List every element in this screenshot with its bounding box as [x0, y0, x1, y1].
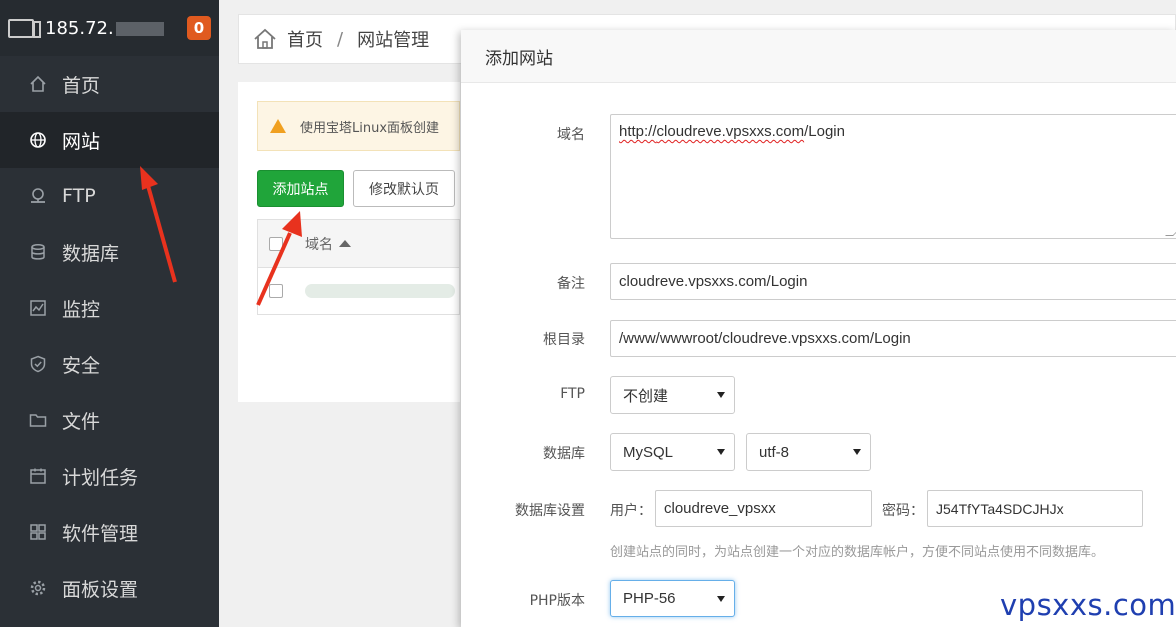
db-user-input[interactable]: cloudreve_vpsxx [655, 490, 872, 527]
sort-asc-icon[interactable] [339, 240, 351, 247]
database-icon [28, 242, 48, 262]
database-type-select[interactable]: MySQL [610, 433, 735, 471]
column-domain[interactable]: 域名 [305, 234, 333, 254]
php-version-label: PHP版本 [529, 593, 585, 609]
watermark: vpsxxs.com [1000, 588, 1176, 622]
domain-label: 域名 [557, 127, 585, 143]
calendar-icon [28, 466, 48, 486]
gear-icon [28, 578, 48, 598]
sidebar-item-settings[interactable]: 面板设置 [0, 560, 219, 616]
server-ip: 185.72. [45, 18, 164, 39]
breadcrumb-current: 网站管理 [357, 30, 430, 51]
db-password-label: 密码： [882, 503, 924, 519]
redacted-domain [305, 284, 455, 298]
sidebar-item-software[interactable]: 软件管理 [0, 504, 219, 560]
folder-icon [28, 410, 48, 430]
warning-icon [270, 119, 286, 133]
domain-value: http://cloudreve.vpsxxs.com/Login [619, 123, 845, 140]
chevron-down-icon [853, 449, 861, 455]
shield-icon [28, 354, 48, 374]
sidebar-item-monitor[interactable]: 监控 [0, 280, 219, 336]
table-header: 域名 [258, 220, 459, 268]
redacted-ip [115, 21, 164, 36]
home-icon [28, 74, 48, 94]
sidebar-item-files[interactable]: 文件 [0, 392, 219, 448]
select-all-checkbox[interactable] [269, 236, 283, 251]
server-icon [8, 17, 41, 39]
sidebar-item-cron[interactable]: 计划任务 [0, 448, 219, 504]
sidebar-item-database[interactable]: 数据库 [0, 224, 219, 280]
site-table: 域名 [257, 219, 460, 315]
resize-handle[interactable] [1165, 228, 1176, 236]
sidebar-item-website[interactable]: 网站 [0, 112, 219, 168]
db-password-input[interactable]: J54TfYTa4SDCJHJx [927, 490, 1143, 527]
chevron-down-icon [717, 449, 725, 455]
ftp-label: FTP [560, 386, 585, 402]
sidebar-item-security[interactable]: 安全 [0, 336, 219, 392]
database-charset-select[interactable]: utf-8 [746, 433, 871, 471]
table-row [258, 268, 459, 314]
remark-label: 备注 [557, 276, 585, 292]
ftp-icon [28, 186, 48, 206]
globe-icon [28, 130, 48, 150]
sidebar-menu: 首页 网站 FTP 数据库 监控 安全 文件 计划任务 软件管理 面板设置 [0, 56, 219, 616]
sidebar: 185.72. 0 首页 网站 FTP 数据库 监控 安全 文件 计划任务 软件… [0, 0, 219, 627]
notification-badge[interactable]: 0 [187, 16, 211, 40]
monitor-icon [28, 298, 48, 318]
database-label: 数据库 [543, 446, 585, 462]
breadcrumb-home[interactable]: 首页 [287, 26, 323, 52]
breadcrumb-separator: / [337, 28, 344, 50]
php-version-select[interactable]: PHP-56 [610, 580, 735, 617]
default-page-button[interactable]: 修改默认页 [353, 170, 455, 207]
remark-input[interactable]: cloudreve.vpsxxs.com/Login [610, 263, 1176, 300]
database-hint: 创建站点的同时，为站点创建一个对应的数据库帐户，方便不同站点使用不同数据库。 [610, 545, 1105, 560]
root-dir-input[interactable]: /www/wwwroot/cloudreve.vpsxxs.com/Login [610, 320, 1176, 357]
sidebar-item-ftp[interactable]: FTP [0, 168, 219, 224]
home-icon[interactable] [253, 28, 277, 50]
sidebar-item-home[interactable]: 首页 [0, 56, 219, 112]
domain-textarea[interactable]: http://cloudreve.vpsxxs.com/Login [610, 114, 1176, 239]
chevron-down-icon [717, 392, 725, 398]
row-checkbox[interactable] [269, 284, 283, 298]
apps-icon [28, 522, 48, 542]
db-user-label: 用户： [610, 503, 652, 519]
notice-banner: 使用宝塔Linux面板创建 [257, 101, 460, 151]
add-site-button[interactable]: 添加站点 [257, 170, 344, 207]
database-settings-label: 数据库设置 [515, 503, 585, 519]
server-header: 185.72. 0 [0, 0, 219, 56]
dialog-title: 添加网站 [461, 30, 1176, 83]
chevron-down-icon [717, 595, 725, 602]
root-dir-label: 根目录 [543, 332, 585, 348]
ftp-select[interactable]: 不创建 [610, 376, 735, 414]
